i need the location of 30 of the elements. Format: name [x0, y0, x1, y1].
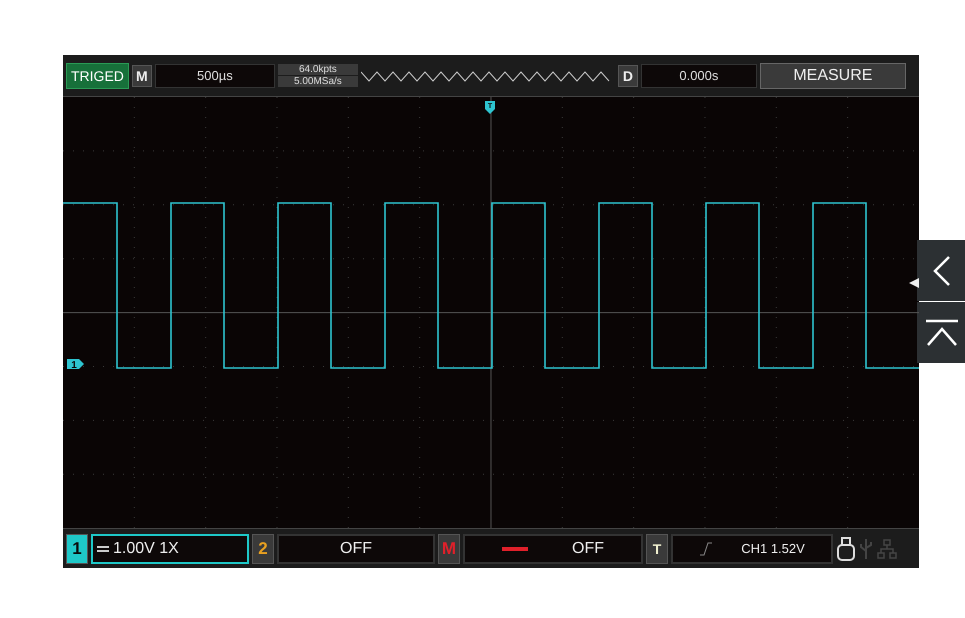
channel-1-marker: 1: [67, 359, 84, 371]
timebase-readout: 500µs: [154, 64, 275, 88]
collapse-up-icon: [924, 318, 960, 346]
collapse-button[interactable]: [917, 302, 965, 363]
math-trace-icon: [502, 546, 528, 550]
measure-button[interactable]: MEASURE: [760, 62, 906, 88]
trigger-badge: T: [646, 534, 668, 564]
delay-readout: 0.000s: [640, 64, 757, 88]
channel-number: 2: [258, 538, 268, 558]
sample-rate: 5.00MSa/s: [278, 76, 358, 87]
channel-badge[interactable]: 2: [252, 534, 274, 564]
trigger-level-marker: [909, 278, 919, 288]
channel-number: 1: [72, 538, 82, 558]
rising-edge-icon: [699, 542, 714, 556]
trigger-source-text: CH1 1.52V: [741, 541, 805, 556]
channel-number: M: [442, 538, 456, 558]
chevron-left-icon: [932, 254, 952, 286]
channel-setting-text: OFF: [340, 540, 372, 558]
channel-badge[interactable]: 1: [66, 534, 88, 564]
trigger-status: TRIGED: [66, 62, 129, 88]
mode-badge: M: [132, 64, 152, 86]
memory-depth: 64.0kpts: [278, 64, 358, 75]
delay-badge: D: [618, 64, 638, 86]
channel-setting-text: OFF: [572, 540, 604, 558]
channel-setting-text: 1.00V 1X: [113, 540, 179, 558]
usb-drive-icon: [836, 536, 856, 562]
network-icon: [876, 538, 898, 560]
back-button[interactable]: [917, 240, 965, 301]
usb-icon: [859, 536, 873, 560]
dc-coupling-icon: [97, 544, 109, 552]
